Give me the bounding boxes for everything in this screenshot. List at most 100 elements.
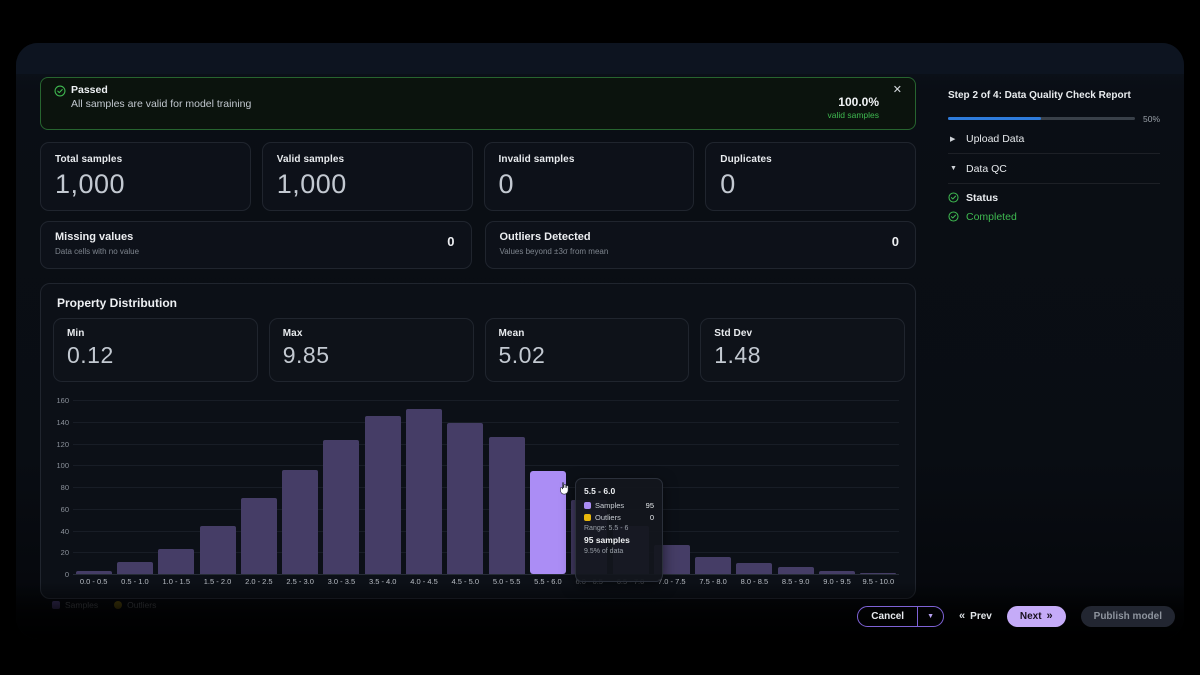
histogram-slot[interactable] xyxy=(156,400,197,574)
stat-label: Duplicates xyxy=(720,154,901,165)
sidebar-item-data-qc[interactable]: ▼ Data QC xyxy=(948,154,1160,183)
prev-label: Prev xyxy=(970,611,992,622)
progress-fill xyxy=(948,117,1041,120)
wizard-progress: 50% xyxy=(948,114,1160,124)
banner-status: Passed xyxy=(71,84,108,96)
y-axis-tick: 60 xyxy=(51,505,69,514)
histogram-bar[interactable] xyxy=(819,571,855,574)
histogram-slot[interactable] xyxy=(114,400,155,574)
histogram-bar[interactable] xyxy=(117,562,153,574)
gridline xyxy=(73,574,899,575)
stat-label: Mean xyxy=(499,328,676,339)
histogram-bar[interactable] xyxy=(282,470,318,574)
window-titlebar xyxy=(16,43,1184,74)
stat-value: 0.12 xyxy=(67,342,244,369)
stat-card-valid-samples: Valid samples 1,000 xyxy=(262,142,473,211)
status-label: Status xyxy=(966,192,998,204)
histogram-slot[interactable] xyxy=(858,400,899,574)
histogram-slot[interactable] xyxy=(197,400,238,574)
x-axis-label: 8.5 - 9.0 xyxy=(775,577,816,586)
histogram-slot[interactable] xyxy=(734,400,775,574)
histogram-bar[interactable] xyxy=(447,423,483,574)
x-axis-label: 9.0 - 9.5 xyxy=(816,577,857,586)
histogram-bar[interactable] xyxy=(200,526,236,574)
cancel-button[interactable]: Cancel xyxy=(858,607,917,626)
histogram-bar[interactable] xyxy=(158,549,194,574)
chevron-down-icon[interactable]: ▼ xyxy=(918,607,943,626)
x-axis-label: 1.0 - 1.5 xyxy=(156,577,197,586)
stat-value: 1.48 xyxy=(714,342,891,369)
legend-samples[interactable]: Samples xyxy=(52,600,98,610)
x-axis-labels: 0.0 - 0.50.5 - 1.01.0 - 1.51.5 - 2.02.0 … xyxy=(73,577,899,586)
progress-track xyxy=(948,117,1135,120)
histogram-bar[interactable] xyxy=(778,567,814,574)
status-value: Completed xyxy=(966,211,1017,223)
histogram-slot[interactable] xyxy=(362,400,403,574)
tooltip-range: Range: 5.5 - 6 xyxy=(584,525,654,532)
chart-legend: Samples Outliers xyxy=(52,600,156,610)
histogram-slot[interactable] xyxy=(692,400,733,574)
stat-card-outliers-detected: Outliers Detected Values beyond ±3σ from… xyxy=(485,221,917,269)
bar-group xyxy=(73,400,899,574)
progress-percent: 50% xyxy=(1143,114,1160,124)
legend-label: Samples xyxy=(65,600,98,610)
x-axis-label: 5.5 - 6.0 xyxy=(527,577,568,586)
x-axis-label: 3.5 - 4.0 xyxy=(362,577,403,586)
x-axis-label: 3.0 - 3.5 xyxy=(321,577,362,586)
x-axis-label: 0.5 - 1.0 xyxy=(114,577,155,586)
stat-value: 0 xyxy=(720,169,901,200)
histogram-slot[interactable] xyxy=(403,400,444,574)
x-axis-label: 5.0 - 5.5 xyxy=(486,577,527,586)
plot-area[interactable]: 020406080100120140160 xyxy=(73,400,899,574)
histogram-bar[interactable] xyxy=(736,563,772,574)
sidebar-item-label: Upload Data xyxy=(966,133,1024,145)
histogram-chart: 020406080100120140160 0.0 - 0.50.5 - 1.0… xyxy=(53,394,905,576)
histogram-slot[interactable] xyxy=(238,400,279,574)
stat-card-mean: Mean 5.02 xyxy=(485,318,690,382)
histogram-slot[interactable] xyxy=(279,400,320,574)
stat-cards-row: Total samples 1,000 Valid samples 1,000 … xyxy=(40,142,916,211)
legend-outliers[interactable]: Outliers xyxy=(114,600,156,610)
next-button[interactable]: Next » xyxy=(1007,606,1066,627)
x-axis-label: 0.0 - 0.5 xyxy=(73,577,114,586)
publish-model-button[interactable]: Publish model xyxy=(1081,606,1175,627)
x-axis-label: 2.5 - 3.0 xyxy=(279,577,320,586)
histogram-bar[interactable] xyxy=(323,440,359,574)
y-axis-tick: 40 xyxy=(51,527,69,536)
banner-message: All samples are valid for model training xyxy=(71,98,251,110)
samples-swatch xyxy=(584,502,591,509)
histogram-slot[interactable] xyxy=(445,400,486,574)
histogram-bar[interactable] xyxy=(406,409,442,574)
property-distribution-card: Property Distribution Min 0.12 Max 9.85 … xyxy=(40,283,916,599)
footer-actions: Cancel ▼ « Prev Next » Publish model xyxy=(857,605,1175,627)
stat-value: 0 xyxy=(892,234,899,249)
histogram-bar[interactable] xyxy=(365,416,401,574)
histogram-bar[interactable] xyxy=(695,557,731,574)
histogram-bar[interactable] xyxy=(489,437,525,574)
histogram-bar[interactable] xyxy=(860,573,896,574)
histogram-slot[interactable] xyxy=(73,400,114,574)
stat-value: 1,000 xyxy=(55,169,236,200)
stat-value: 0 xyxy=(447,234,454,249)
close-icon[interactable]: ✕ xyxy=(893,83,902,96)
histogram-slot[interactable] xyxy=(775,400,816,574)
stat-label: Std Dev xyxy=(714,328,891,339)
histogram-slot[interactable] xyxy=(816,400,857,574)
histogram-bar[interactable] xyxy=(241,498,277,574)
cancel-split-button[interactable]: Cancel ▼ xyxy=(857,606,944,627)
histogram-slot[interactable] xyxy=(486,400,527,574)
check-circle-icon xyxy=(54,85,66,97)
sidebar-item-upload-data[interactable]: ▶ Upload Data xyxy=(948,124,1160,153)
histogram-slot[interactable] xyxy=(321,400,362,574)
stat-value: 5.02 xyxy=(499,342,676,369)
tooltip-row-samples: Samples 95 xyxy=(584,501,654,510)
y-axis-tick: 80 xyxy=(51,483,69,492)
stat-card-min: Min 0.12 xyxy=(53,318,258,382)
chart-tooltip: 5.5 - 6.0 Samples 95 Outliers 0 Range: 5… xyxy=(575,478,663,582)
x-axis-label: 4.0 - 4.5 xyxy=(403,577,444,586)
prev-button[interactable]: « Prev xyxy=(959,610,992,622)
histogram-bar[interactable] xyxy=(76,571,112,574)
tooltip-label: Outliers xyxy=(595,513,621,522)
tooltip-samples: 95 samples xyxy=(584,535,654,545)
stat-label: Valid samples xyxy=(277,154,458,165)
